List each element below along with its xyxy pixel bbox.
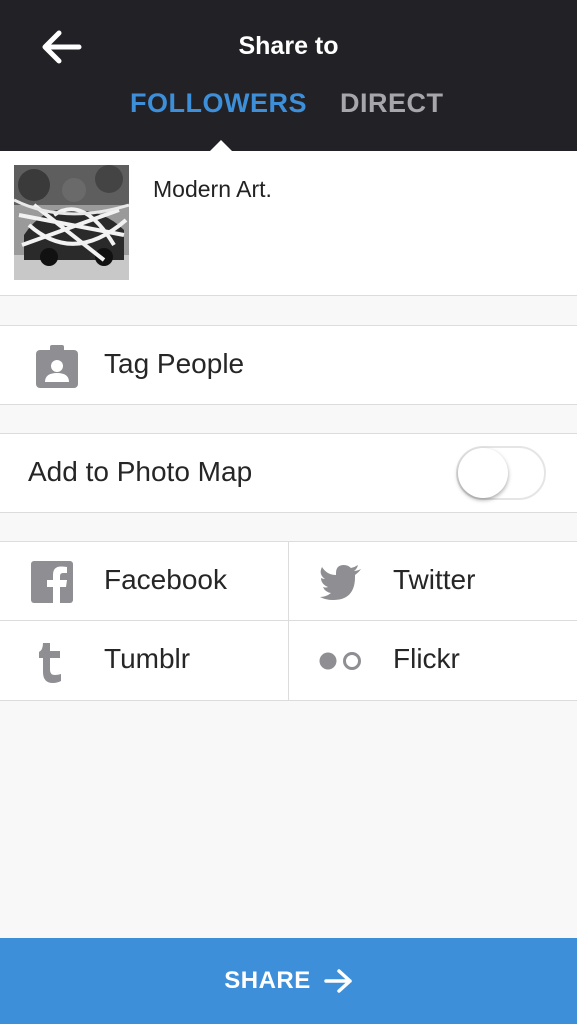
share-button[interactable]: SHARE (0, 938, 577, 1024)
toggle-knob (458, 448, 508, 498)
active-tab-indicator (210, 140, 232, 151)
twitter-icon (320, 565, 361, 600)
top-bar: Share to FOLLOWERS DIRECT (0, 0, 577, 151)
person-badge-icon (36, 345, 78, 388)
post-preview: Modern Art. (0, 151, 577, 296)
flickr-icon (319, 652, 361, 670)
tumblr-share-button[interactable]: Tumblr (0, 621, 288, 699)
flickr-share-button[interactable]: Flickr (289, 621, 577, 699)
flickr-label: Flickr (393, 643, 460, 674)
facebook-share-button[interactable]: Facebook (0, 542, 288, 620)
tab-direct[interactable]: DIRECT (340, 88, 444, 119)
tag-people-row[interactable]: Tag People (0, 325, 577, 405)
tab-followers[interactable]: FOLLOWERS (130, 88, 307, 119)
share-label: SHARE (224, 967, 311, 994)
facebook-icon (31, 561, 73, 604)
photo-map-label: Add to Photo Map (28, 456, 253, 487)
social-share-grid: Facebook Twitter Tumblr Flickr (0, 541, 577, 701)
photo-thumbnail (14, 165, 129, 280)
post-caption[interactable]: Modern Art. (153, 176, 272, 203)
tumblr-icon (39, 643, 61, 683)
tag-people-label: Tag People (104, 348, 245, 379)
arrow-right-icon (324, 969, 352, 993)
photo-map-row: Add to Photo Map (0, 433, 577, 513)
facebook-label: Facebook (104, 564, 227, 595)
photo-map-toggle[interactable] (456, 446, 546, 500)
page-title: Share to (238, 32, 339, 60)
twitter-share-button[interactable]: Twitter (289, 542, 577, 620)
tumblr-label: Tumblr (104, 643, 191, 674)
twitter-label: Twitter (393, 564, 476, 595)
